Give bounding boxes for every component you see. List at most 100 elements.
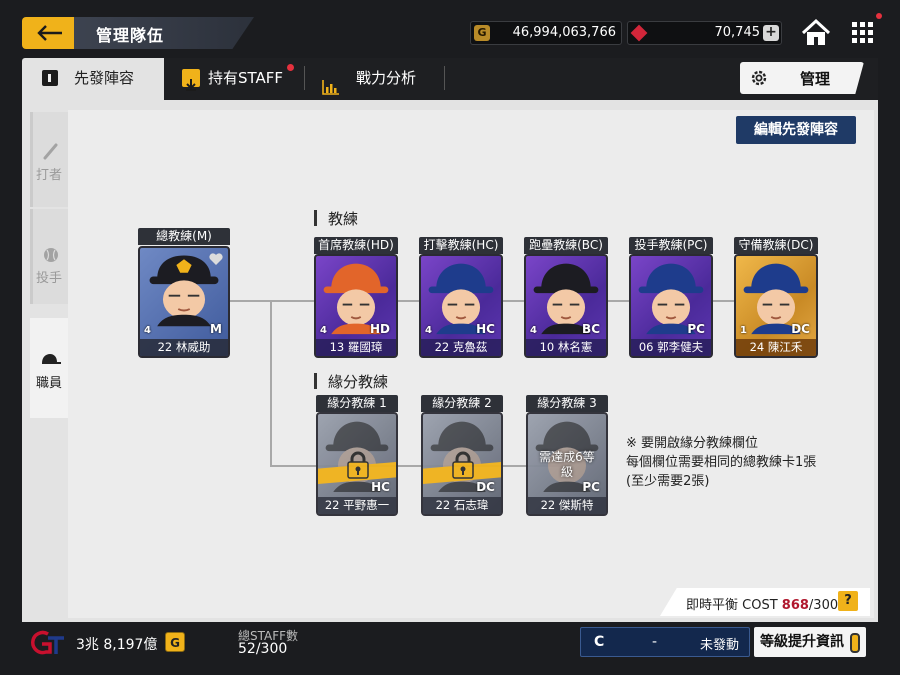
slot-label: 總教練(M) <box>138 228 230 245</box>
position-tag: BC <box>582 322 600 336</box>
synergy-separator: - <box>652 634 658 650</box>
section-title-bond-coaches: 緣分教練 <box>328 373 389 391</box>
cost-readout: 即時平衡 COST 868/300 <box>686 594 838 613</box>
slot-label: 首席教練(HD) <box>314 237 398 254</box>
side-tab-label: 打者 <box>35 168 62 183</box>
gold-amount: 46,994,063,766 <box>512 25 616 40</box>
staff-total-value: 52/300 <box>238 641 288 657</box>
slot-label: 守備教練(DC) <box>734 237 818 254</box>
section-marker <box>314 210 317 226</box>
gear-icon <box>749 68 769 88</box>
position-tag: HC <box>476 322 495 336</box>
tab-power-analysis[interactable]: 戰力分析 <box>308 58 443 98</box>
slot-label: 投手教練(PC) <box>629 237 713 254</box>
staff-content-area <box>68 110 874 618</box>
coach-name: 22 平野惠一 <box>318 497 396 514</box>
bar-chart-icon <box>322 70 340 95</box>
team-funds: 3兆 8,197億 <box>76 637 158 653</box>
connector-line <box>270 300 272 466</box>
side-tab-staff[interactable]: 職員 <box>30 318 68 418</box>
team-logo <box>24 630 68 656</box>
bond-note-line-2: 每個欄位需要相同的總教練卡1張 <box>626 455 817 470</box>
tab-label: 先發陣容 <box>74 69 135 87</box>
synergy-state: 未發動 <box>700 638 740 653</box>
back-button[interactable] <box>22 17 80 49</box>
locked-bond-slot[interactable]: HC 22 平野惠一 <box>316 412 398 516</box>
coach-card[interactable]: 4 HC 22 克魯茲 <box>419 254 503 358</box>
tab-label: 持有STAFF <box>208 69 284 87</box>
bond-note-line-1: ※ 要開啟緣分教練欄位 <box>626 436 759 451</box>
coach-card[interactable]: 4 HD 13 羅國璋 <box>314 254 398 358</box>
home-button[interactable] <box>800 18 832 48</box>
position-tag: HC <box>371 480 390 494</box>
g-badge-icon: G <box>165 632 185 652</box>
slot-label: 緣分教練 3 <box>526 395 608 412</box>
cost-label: 即時平衡 COST <box>686 598 778 613</box>
coach-card[interactable]: PC 06 郭李健夫 <box>629 254 713 358</box>
position-tag: HD <box>369 322 390 336</box>
add-gems-button[interactable]: + <box>763 25 779 41</box>
gem-amount: 70,745 <box>714 25 761 40</box>
connector-line <box>270 465 570 467</box>
arrow-left-icon <box>37 25 62 41</box>
grid-menu-icon <box>852 22 873 43</box>
tab-owned-staff[interactable]: 持有STAFF <box>168 58 303 98</box>
tab-divider <box>444 66 445 90</box>
coach-name: 10 林名憲 <box>526 339 606 356</box>
lineup-icon <box>42 70 58 86</box>
slot-label: 緣分教練 2 <box>421 395 503 412</box>
section-marker <box>314 373 317 389</box>
tab-label: 戰力分析 <box>356 69 417 87</box>
level-badge: 4 <box>320 325 327 336</box>
download-icon <box>182 69 200 91</box>
padlock-icon <box>452 451 474 479</box>
help-button[interactable]: ? <box>838 591 858 611</box>
tab-divider <box>304 66 305 90</box>
tab-starting-lineup[interactable]: 先發陣容 <box>22 58 164 100</box>
coach-name: 22 石志瑋 <box>423 497 501 514</box>
heart-icon <box>209 253 223 265</box>
cap-icon <box>42 354 61 364</box>
coach-name: 24 陳江禾 <box>736 339 816 356</box>
bond-note-line-3: (至少需要2張) <box>626 474 710 489</box>
toggle-indicator <box>850 633 860 653</box>
manage-label: 管理 <box>800 70 831 88</box>
side-tab-batters[interactable]: 打者 <box>30 112 68 207</box>
coach-name: 06 郭李健夫 <box>631 339 711 356</box>
unlock-requirement: 需達成6等級 <box>539 450 595 479</box>
locked-bond-slot[interactable]: DC 22 石志瑋 <box>421 412 503 516</box>
level-badge: 4 <box>425 325 432 336</box>
side-tab-label: 職員 <box>35 376 62 391</box>
coach-name: 22 傑斯特 <box>528 497 606 514</box>
level-badge: 4 <box>530 325 537 336</box>
edit-lineup-button[interactable]: 編輯先發陣容 <box>736 116 856 144</box>
notification-dot <box>876 13 882 19</box>
slot-label: 跑壘教練(BC) <box>524 237 608 254</box>
position-tag: PC <box>687 322 705 336</box>
position-tag: DC <box>791 322 810 336</box>
side-tab-label: 投手 <box>35 271 62 286</box>
section-title-coaches: 教練 <box>328 210 359 228</box>
synergy-grade: C <box>594 634 605 650</box>
coach-name: 22 林威助 <box>140 339 228 356</box>
coach-card[interactable]: 1 DC 24 陳江禾 <box>734 254 818 358</box>
coach-name: 13 羅國璋 <box>316 339 396 356</box>
baseball-icon <box>44 248 58 262</box>
bond-slot[interactable]: 需達成6等級 PC 22 傑斯特 <box>526 412 608 516</box>
cost-max: /300 <box>808 598 839 613</box>
head-coach-card[interactable]: 4 M 22 林威助 <box>138 246 230 358</box>
page-title: 管理隊伍 <box>96 26 165 45</box>
bat-icon <box>43 143 58 160</box>
coach-name: 22 克魯茲 <box>421 339 501 356</box>
cost-current: 868 <box>781 598 809 613</box>
notification-dot <box>287 64 294 71</box>
gold-coin-icon: G <box>474 25 490 41</box>
coach-card[interactable]: 4 BC 10 林名憲 <box>524 254 608 358</box>
home-icon <box>801 18 831 45</box>
slot-label: 打擊教練(HC) <box>419 237 503 254</box>
position-tag: DC <box>476 480 495 494</box>
side-tab-pitchers[interactable]: 投手 <box>30 209 68 304</box>
grid-menu-button[interactable] <box>849 19 877 47</box>
padlock-icon <box>347 451 369 479</box>
position-tag: PC <box>582 480 600 494</box>
